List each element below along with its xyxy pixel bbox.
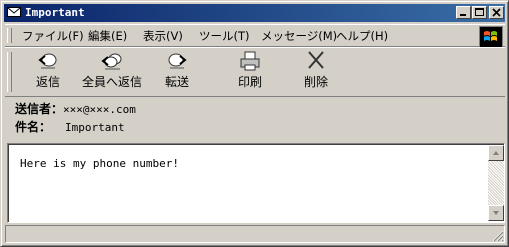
envelope-icon (7, 6, 21, 18)
minimize-icon (460, 14, 466, 16)
menu-help[interactable]: ヘルプ(H) (336, 28, 388, 44)
maximize-icon (475, 8, 484, 16)
message-body[interactable]: Here is my phone number! (7, 143, 505, 223)
status-bar (5, 225, 505, 243)
menu-bar: ファイル(F) 編集(E) 表示(V) ツール(T) メッセージ(M) ヘルプ(… (5, 24, 505, 48)
window-title: Important (25, 6, 85, 19)
from-value: ×××@×××.com (63, 103, 136, 116)
print-icon (240, 51, 260, 71)
subject-row: 件名： Important (15, 119, 125, 135)
forward-icon (168, 53, 187, 69)
forward-button[interactable]: 転送 (160, 50, 194, 94)
from-label: 送信者： (15, 102, 64, 116)
title-bar[interactable]: Important (4, 4, 505, 22)
scroll-down-icon (493, 211, 499, 215)
vertical-scrollbar[interactable] (488, 145, 504, 221)
message-headers: 送信者：×××@×××.com 件名： Important (5, 97, 505, 139)
reply-all-button[interactable]: 全員へ返信 (79, 50, 145, 94)
subject-value: Important (65, 121, 125, 134)
close-icon (492, 8, 501, 17)
delete-label: 削除 (303, 75, 328, 89)
toolbar-grip[interactable] (7, 52, 12, 92)
from-row: 送信者：×××@×××.com (15, 101, 136, 117)
reply-label: 返信 (35, 75, 60, 89)
size-grip-icon[interactable] (492, 230, 504, 242)
subject-label: 件名： (15, 120, 52, 134)
close-button[interactable] (489, 6, 504, 19)
toolbar: 返信 全員へ返信 転送 印刷 削除 (5, 47, 505, 97)
menu-tools[interactable]: ツール(T) (199, 28, 250, 44)
scroll-up-button[interactable] (488, 145, 504, 161)
delete-icon (308, 51, 324, 69)
print-label: 印刷 (237, 75, 262, 89)
scroll-up-icon (493, 151, 499, 155)
message-window: Important ファイル(F) 編集(E) 表示(V) ツール(T) メッセ… (0, 0, 509, 247)
status-panel (5, 225, 505, 243)
reply-icon (38, 53, 57, 69)
minimize-button[interactable] (456, 6, 471, 19)
menu-message[interactable]: メッセージ(M) (261, 28, 337, 44)
menu-file[interactable]: ファイル(F) (22, 28, 84, 44)
menu-edit[interactable]: 編集(E) (88, 28, 127, 44)
windows-logo-icon (479, 26, 503, 48)
maximize-button[interactable] (472, 6, 487, 19)
forward-label: 転送 (164, 75, 189, 89)
print-button[interactable]: 印刷 (233, 50, 267, 94)
scroll-down-button[interactable] (488, 205, 504, 221)
reply-all-icon (101, 53, 122, 70)
menu-grip[interactable] (7, 28, 12, 43)
delete-button[interactable]: 削除 (299, 50, 333, 94)
reply-button[interactable]: 返信 (31, 50, 65, 94)
message-body-text: Here is my phone number! (20, 157, 179, 170)
menu-view[interactable]: 表示(V) (143, 28, 183, 44)
reply-all-label: 全員へ返信 (81, 75, 142, 89)
